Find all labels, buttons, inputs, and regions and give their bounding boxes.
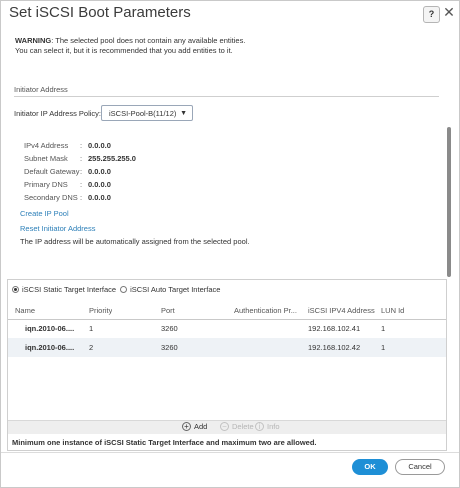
table-row[interactable]: iqn.2010-06.... 2 3260 192.168.102.42 1: [8, 338, 446, 357]
delete-label: Delete: [232, 422, 254, 431]
field-subnet-mask: Subnet Mask:255.255.255.0: [24, 154, 136, 164]
row-ip: 192.168.102.41: [308, 324, 361, 333]
help-button[interactable]: ?: [423, 6, 440, 23]
field-primary-dns: Primary DNS:0.0.0.0: [24, 180, 111, 190]
chevron-down-icon: ▼: [180, 110, 187, 117]
field-label: Default Gateway: [24, 167, 80, 176]
row-name: iqn.2010-06....: [25, 343, 75, 352]
row-lun: 1: [381, 343, 386, 352]
warning-label: WARNING: [15, 36, 52, 45]
field-value: 255.255.255.0: [88, 154, 136, 163]
col-port[interactable]: Port: [161, 306, 175, 315]
row-name: iqn.2010-06....: [25, 324, 75, 333]
scrollbar[interactable]: [447, 127, 451, 277]
footer-divider: [1, 452, 459, 453]
auto-target-radio[interactable]: [120, 286, 128, 293]
assignment-note: The IP address will be automatically ass…: [20, 237, 250, 246]
create-ip-pool-link[interactable]: Create IP Pool: [20, 209, 69, 218]
col-lun-id[interactable]: LUN Id: [381, 306, 404, 315]
field-sep: :: [80, 167, 83, 176]
field-value: 0.0.0.0: [88, 167, 111, 176]
field-sep: :: [80, 141, 83, 150]
policy-dropdown[interactable]: iSCSI-Pool-B(11/12) ▼: [101, 105, 193, 121]
field-label: Primary DNS: [24, 180, 68, 189]
field-label: IPv4 Address: [24, 141, 69, 150]
field-ipv4: IPv4 Address:0.0.0.0: [24, 141, 111, 151]
plus-icon: +: [182, 422, 191, 431]
table-header: Name Priority Port Authentication Pr... …: [8, 301, 446, 320]
row-port: 3260: [161, 324, 178, 333]
warning-line2: You can select it, but it is recommended…: [15, 46, 233, 55]
table-row[interactable]: iqn.2010-06.... 1 3260 192.168.102.41 1: [8, 319, 446, 338]
auto-target-label[interactable]: iSCSI Auto Target Interface: [130, 285, 220, 294]
warning-line1: : The selected pool does not contain any…: [51, 36, 246, 45]
add-label: Add: [194, 422, 208, 431]
field-label: Secondary DNS: [24, 193, 78, 202]
info-button[interactable]: i Info: [255, 422, 280, 431]
col-auth-profile[interactable]: Authentication Pr...: [234, 306, 304, 315]
col-priority[interactable]: Priority: [89, 306, 112, 315]
reset-initiator-link[interactable]: Reset Initiator Address: [20, 224, 95, 233]
dialog-title: Set iSCSI Boot Parameters: [9, 4, 191, 21]
field-default-gateway: Default Gateway: 0.0.0.0: [24, 167, 111, 177]
row-priority: 1: [89, 324, 94, 333]
field-label: Subnet Mask: [24, 154, 68, 163]
field-sep: :: [80, 180, 83, 189]
section-divider: [14, 96, 439, 97]
warning-message: WARNING: The selected pool does not cont…: [15, 36, 435, 56]
cancel-button[interactable]: Cancel: [395, 459, 445, 475]
static-target-radio[interactable]: [12, 286, 19, 293]
field-value: 0.0.0.0: [88, 180, 111, 189]
minus-icon: −: [220, 422, 229, 431]
row-port: 3260: [161, 343, 178, 352]
dialog: Set iSCSI Boot Parameters ? ✕ WARNING: T…: [0, 0, 460, 488]
close-icon[interactable]: ✕: [442, 4, 456, 20]
row-priority: 2: [89, 343, 94, 352]
field-sep: :: [80, 193, 83, 202]
policy-label: Initiator IP Address Policy:: [14, 109, 101, 118]
field-secondary-dns: Secondary DNS:0.0.0.0: [24, 193, 111, 203]
static-target-label[interactable]: iSCSI Static Target Interface: [22, 285, 116, 294]
info-label: Info: [267, 422, 280, 431]
add-button[interactable]: + Add: [182, 422, 207, 431]
field-value: 0.0.0.0: [88, 141, 111, 150]
table-actions-bar: + Add − Delete i Info: [8, 420, 446, 434]
row-ip: 192.168.102.42: [308, 343, 361, 352]
delete-button[interactable]: − Delete: [220, 422, 254, 431]
row-lun: 1: [381, 324, 386, 333]
col-name[interactable]: Name: [15, 306, 35, 315]
policy-value: iSCSI-Pool-B(11/12): [109, 109, 177, 118]
section-title-initiator: Initiator Address: [14, 85, 68, 94]
ok-button[interactable]: OK: [352, 459, 388, 475]
info-icon: i: [255, 422, 264, 431]
instance-limit-note: Minimum one instance of iSCSI Static Tar…: [12, 438, 317, 447]
field-sep: :: [80, 154, 83, 163]
field-value: 0.0.0.0: [88, 193, 111, 202]
col-ipv4-address[interactable]: iSCSI IPV4 Address: [308, 306, 375, 315]
target-type-radio-group: iSCSI Static Target Interface iSCSI Auto…: [12, 285, 220, 294]
